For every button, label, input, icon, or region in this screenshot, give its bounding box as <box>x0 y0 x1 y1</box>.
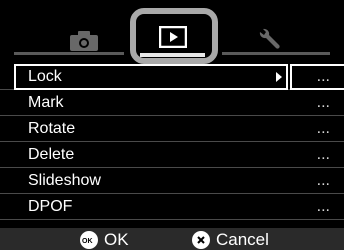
cancel-label: Cancel <box>216 230 269 249</box>
ok-button[interactable]: OK OK <box>80 230 129 250</box>
camera-menu-screen: Lock ... Mark ... Rotate ... Delete ... … <box>0 0 344 250</box>
camera-icon <box>70 31 98 51</box>
playback-menu: Lock ... Mark ... Rotate ... Delete ... … <box>0 64 344 220</box>
ok-icon: OK <box>80 231 98 249</box>
menu-item-value: ... <box>316 120 330 137</box>
submenu-arrow-icon <box>276 72 282 82</box>
menu-item-label: Slideshow <box>28 172 101 189</box>
menu-item-value: ... <box>316 198 330 215</box>
footer-bar: OK OK Cancel <box>0 228 344 250</box>
menu-item-lock[interactable]: Lock ... <box>0 64 344 90</box>
menu-item-slideshow[interactable]: Slideshow ... <box>0 168 344 194</box>
menu-item-label: Rotate <box>28 120 76 137</box>
tab-settings[interactable] <box>256 28 282 57</box>
ok-label: OK <box>104 230 129 249</box>
tab-selection-highlight <box>130 8 218 64</box>
menu-item-label: Lock <box>28 68 62 85</box>
menu-item-dpof[interactable]: DPOF ... <box>0 194 344 220</box>
menu-item-rotate[interactable]: Rotate ... <box>0 116 344 142</box>
svg-text:OK: OK <box>82 238 93 244</box>
tab-camera[interactable] <box>68 30 100 57</box>
menu-item-value: ... <box>316 146 330 163</box>
menu-item-mark[interactable]: Mark ... <box>0 90 344 116</box>
menu-item-value: ... <box>316 68 330 85</box>
menu-item-label: Delete <box>28 146 75 163</box>
menu-item-delete[interactable]: Delete ... <box>0 142 344 168</box>
wrench-icon <box>259 28 280 49</box>
cancel-icon <box>192 231 210 249</box>
menu-item-value: ... <box>316 172 330 189</box>
cancel-button[interactable]: Cancel <box>192 230 269 250</box>
menu-item-label: Mark <box>28 94 64 111</box>
menu-item-label: DPOF <box>28 198 73 215</box>
menu-item-value: ... <box>316 94 330 111</box>
tab-bar <box>0 0 344 64</box>
